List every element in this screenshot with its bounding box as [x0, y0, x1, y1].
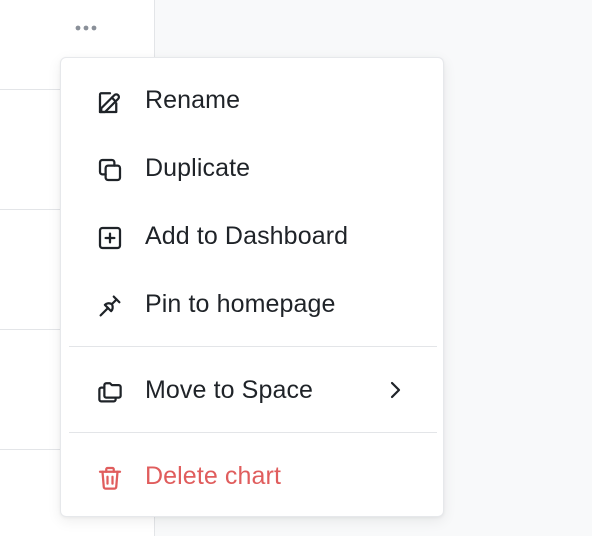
chevron-right-icon: [383, 378, 407, 402]
plus-square-icon: [95, 223, 125, 253]
menu-item-duplicate[interactable]: Duplicate: [61, 142, 443, 194]
copy-icon: [95, 155, 125, 185]
menu-item-label: Delete chart: [145, 461, 281, 490]
page: Rename Duplicate Add to Dashboard Pin to…: [0, 0, 592, 536]
menu-item-rename[interactable]: Rename: [61, 74, 443, 126]
pin-icon: [95, 291, 125, 321]
menu-item-label: Move to Space: [145, 375, 314, 404]
chart-actions-menu: Rename Duplicate Add to Dashboard Pin to…: [60, 57, 444, 517]
menu-item-add-to-dashboard[interactable]: Add to Dashboard: [61, 210, 443, 262]
menu-item-delete-chart[interactable]: Delete chart: [61, 450, 443, 502]
menu-divider: [69, 346, 437, 347]
menu-item-move-to-space[interactable]: Move to Space: [61, 364, 443, 416]
menu-item-label: Duplicate: [145, 153, 251, 182]
more-options-button[interactable]: [70, 18, 102, 38]
menu-item-label: Add to Dashboard: [145, 221, 349, 250]
menu-item-pin-to-homepage[interactable]: Pin to homepage: [61, 278, 443, 330]
more-horizontal-icon: [75, 25, 97, 31]
pencil-edit-icon: [95, 87, 125, 117]
menu-item-label: Pin to homepage: [145, 289, 336, 318]
trash-icon: [95, 463, 125, 493]
folders-icon: [95, 377, 125, 407]
menu-item-label: Rename: [145, 85, 241, 114]
menu-divider: [69, 432, 437, 433]
